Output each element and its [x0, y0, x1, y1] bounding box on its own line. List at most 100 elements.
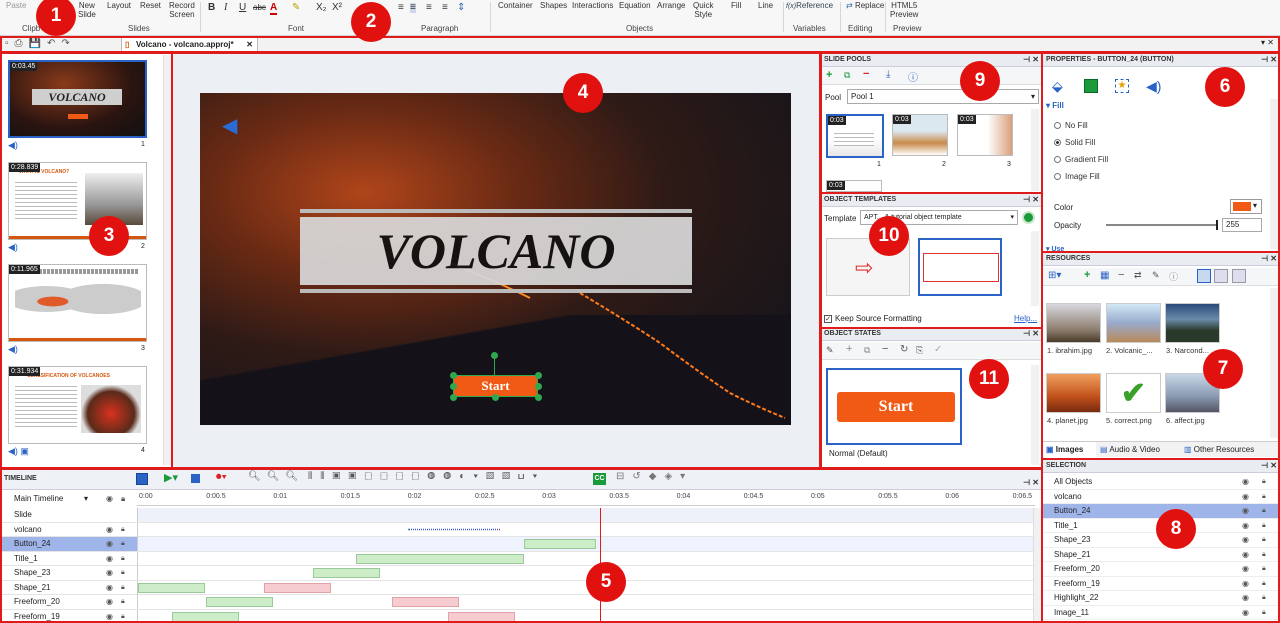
resize-handle[interactable] — [450, 383, 457, 390]
stop-icon[interactable] — [191, 474, 200, 483]
panel-controls[interactable]: ⊣ ✕ — [1023, 472, 1039, 489]
add-state-icon[interactable]: + — [846, 343, 852, 355]
visibility-icon[interactable]: ◉ — [106, 581, 113, 595]
panel-controls[interactable]: ⊣ ✕ — [1023, 53, 1039, 66]
timeline-row[interactable]: Freeform_19 ◉ 🔒︎ — [0, 609, 1035, 623]
panel-controls[interactable]: ⊣ ✕ — [1261, 459, 1277, 472]
container-button[interactable]: Container — [498, 1, 533, 10]
italic-icon[interactable]: I — [224, 3, 227, 13]
lock-icon[interactable]: 🔒︎ — [1262, 519, 1266, 533]
main-timeline-select[interactable]: Main Timeline ▾ ◉ 🔒︎ — [0, 491, 137, 506]
panel-controls[interactable]: ⊣ ✕ — [1023, 193, 1039, 206]
templates-scrollbar[interactable] — [1031, 231, 1039, 306]
lock-icon[interactable]: 🔒︎ — [1262, 562, 1266, 576]
duplicate-icon[interactable]: ⧉ — [844, 70, 850, 81]
timeline-lane[interactable] — [137, 551, 1035, 566]
visibility-icon[interactable]: ◉ — [1242, 475, 1249, 489]
visibility-icon[interactable]: ◉ — [106, 491, 113, 506]
lock-icon[interactable]: 🔒︎ — [1262, 533, 1266, 547]
pool-select[interactable]: Pool 1 ▾ — [847, 89, 1039, 104]
lock-icon[interactable]: 🔒︎ — [121, 595, 125, 609]
thumbnails-scrollbar[interactable] — [163, 55, 171, 465]
info-icon[interactable]: ⓘ — [1169, 270, 1178, 283]
no-fill-radio[interactable]: No Fill — [1054, 121, 1088, 130]
visibility-icon[interactable]: ◉ — [1242, 519, 1249, 533]
equation-button[interactable]: Equation — [619, 1, 651, 10]
fill-button[interactable]: Fill — [731, 1, 741, 10]
visibility-icon[interactable]: ◉ — [1242, 548, 1249, 562]
add-icon[interactable]: + — [826, 69, 832, 81]
lock-icon[interactable]: 🔒︎ — [121, 610, 125, 623]
duplicate-state-icon[interactable]: ⧉ — [864, 345, 870, 356]
timeline-scrollbar[interactable] — [1033, 508, 1042, 623]
lock-icon[interactable]: 🔒︎ — [121, 552, 125, 566]
selection-item[interactable]: volcano ◉ 🔒︎ — [1042, 490, 1278, 504]
zoom-icons[interactable]: 🔍︎🔍︎🔍︎ — [248, 471, 304, 482]
layout-button[interactable]: Layout — [107, 1, 131, 10]
html5-preview-button[interactable]: HTML5 Preview — [890, 1, 918, 19]
remove-resource-icon[interactable]: − — [1118, 269, 1124, 281]
resize-handle[interactable] — [535, 372, 542, 379]
justify-icon[interactable]: ≡ — [442, 3, 448, 13]
timeline-row[interactable]: Freeform_20 ◉ 🔒︎ — [0, 595, 1035, 610]
pool-slide-thumbnail[interactable]: 0:03 — [957, 114, 1013, 156]
window-controls[interactable]: ▾ ✕ — [1261, 38, 1274, 47]
insert-icon[interactable]: ⤓ — [886, 69, 890, 80]
style-tab-icon[interactable] — [1084, 79, 1098, 93]
lock-icon[interactable]: 🔒︎ — [1262, 475, 1266, 489]
tab-other-resources[interactable]: ▥ Other Resources — [1184, 442, 1254, 458]
selection-item[interactable]: Freeform_19 ◉ 🔒︎ — [1042, 577, 1278, 591]
shapes-button[interactable]: Shapes — [540, 1, 567, 10]
slide-thumbnail[interactable]: CLASSIFICATION OF VOLCANOES 0:31.934 — [8, 366, 147, 444]
interactions-button[interactable]: Interactions — [572, 1, 613, 10]
opacity-slider[interactable] — [1106, 220, 1218, 230]
slide-title[interactable]: VOLCANO — [300, 217, 692, 285]
copy-state-icon[interactable]: ⎘ — [916, 345, 923, 356]
add-resource-icon[interactable]: + — [1084, 269, 1090, 281]
lock-icon[interactable]: 🔒︎ — [1262, 591, 1266, 605]
lock-icon[interactable]: 🔒︎ — [1262, 504, 1266, 518]
timeline-lane[interactable] — [137, 609, 1035, 623]
closed-captions-icon[interactable]: CC — [593, 473, 606, 485]
fill-section-header[interactable]: ▾ Fill — [1042, 99, 1280, 112]
align-left-icon[interactable]: ≡ — [398, 3, 404, 13]
check-icon[interactable]: ✓ — [934, 344, 942, 355]
tab-images[interactable]: ▣ Images — [1042, 442, 1096, 458]
transition-tool-icons[interactable]: ⊟↺◆◈▾ — [616, 471, 693, 482]
resource-thumbnail[interactable] — [1046, 303, 1101, 343]
timeline-row[interactable]: Slide — [0, 508, 1035, 523]
line-button[interactable]: Line — [758, 1, 773, 10]
lock-icon[interactable]: 🔒︎ — [121, 537, 125, 551]
view-mode-icon[interactable]: ⊞▾ — [1048, 270, 1061, 281]
timeline-bar[interactable] — [206, 597, 273, 607]
edit-state-icon[interactable]: ✎ — [826, 345, 834, 356]
selection-item[interactable]: Freeform_20 ◉ 🔒︎ — [1042, 562, 1278, 577]
resize-handle[interactable] — [450, 372, 457, 379]
timeline-bar[interactable] — [356, 553, 524, 564]
selection-item[interactable]: Shape_21 ◉ 🔒︎ — [1042, 548, 1278, 562]
slide-thumbnail[interactable]: 0:11.965 — [8, 264, 147, 342]
timeline-bar[interactable] — [138, 582, 205, 593]
lock-icon[interactable]: 🔒︎ — [121, 491, 125, 506]
properties-scrollbar[interactable] — [1270, 99, 1278, 249]
visibility-icon[interactable]: ◉ — [1242, 606, 1249, 620]
timeline-lane[interactable] — [137, 522, 1035, 537]
timeline-bar[interactable] — [264, 582, 331, 593]
arrange-button[interactable]: Arrange — [657, 1, 685, 10]
grid-icon[interactable]: ▦ — [1100, 270, 1109, 281]
remove-state-icon[interactable]: − — [882, 343, 888, 355]
resize-handle[interactable] — [535, 394, 542, 401]
visibility-icon[interactable]: ◉ — [106, 595, 113, 609]
resize-handle[interactable] — [450, 394, 457, 401]
panel-controls[interactable]: ⊣ ✕ — [1023, 327, 1039, 340]
timeline-bar[interactable] — [448, 611, 515, 622]
remove-icon[interactable]: − — [863, 68, 869, 80]
resource-thumbnail[interactable] — [1046, 373, 1101, 413]
selection-item[interactable]: All Objects ◉ 🔒︎ — [1042, 475, 1278, 490]
close-tab-icon[interactable]: ✕ — [246, 37, 253, 53]
timeline-lane[interactable] — [137, 508, 1035, 522]
timeline-row[interactable]: volcano ◉ 🔒︎ — [0, 522, 1035, 537]
pools-scrollbar[interactable] — [1031, 109, 1039, 191]
new-slide-button[interactable]: New Slide — [78, 1, 96, 19]
resize-handle[interactable] — [535, 383, 542, 390]
